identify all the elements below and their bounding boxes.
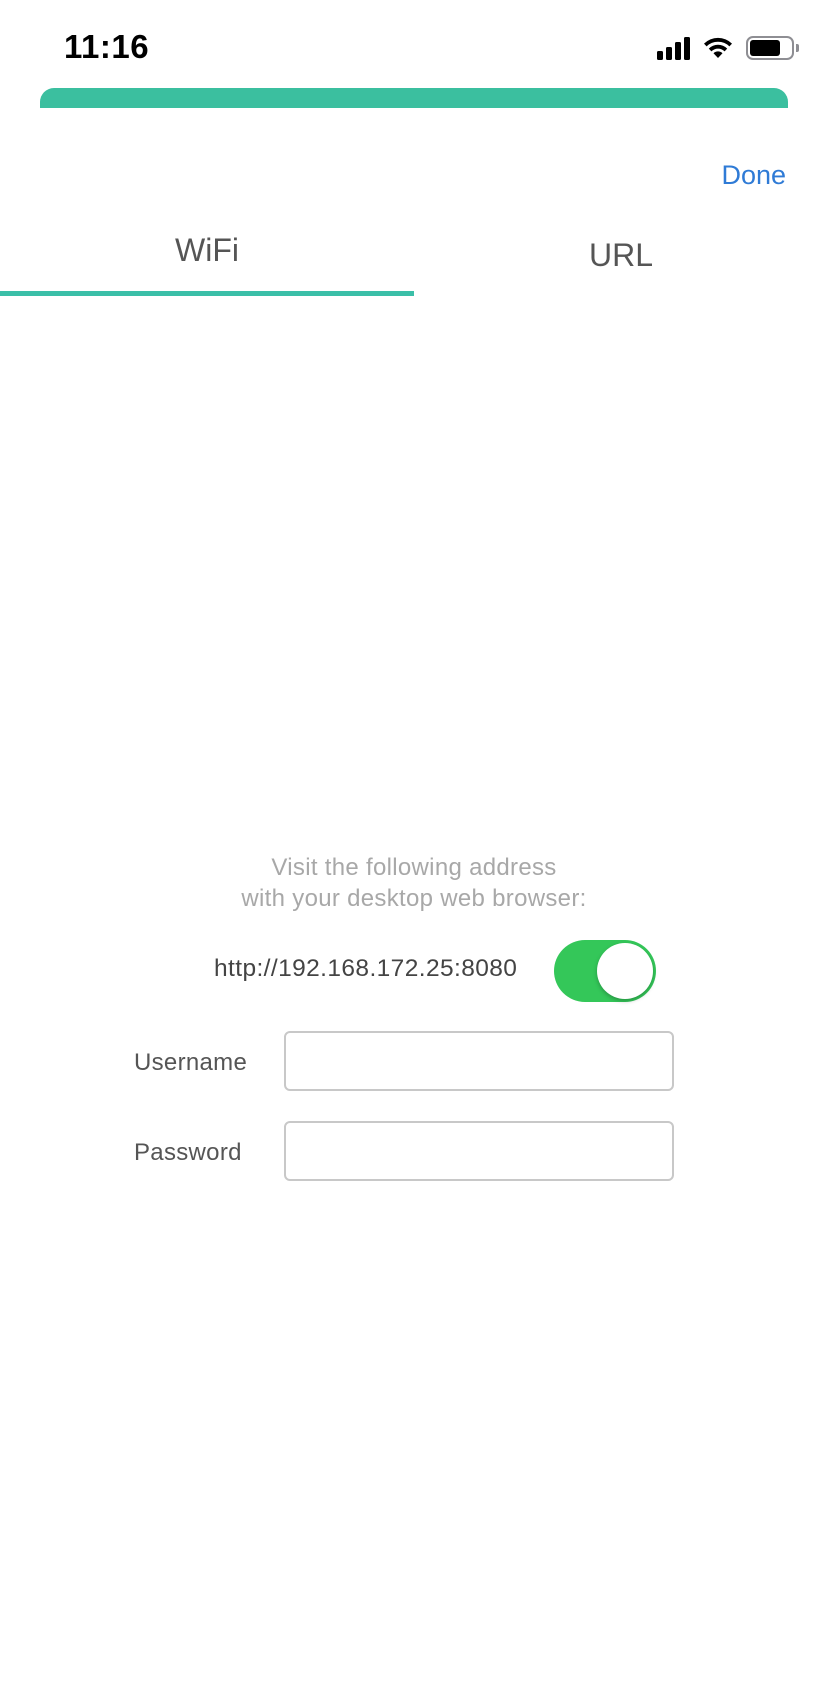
- signal-icon: [657, 36, 690, 60]
- instructions-text: Visit the following address with your de…: [0, 852, 828, 914]
- tab-url[interactable]: URL: [414, 218, 828, 298]
- wifi-transfer-screen: 11:16 Done WiFi URL Visit the following …: [0, 0, 828, 1699]
- server-address: http://192.168.172.25:8080: [214, 955, 518, 982]
- username-label: Username: [134, 1049, 248, 1076]
- instructions-line-1: Visit the following address: [271, 854, 557, 881]
- username-input[interactable]: [284, 1031, 674, 1091]
- battery-icon: [746, 36, 799, 60]
- status-time: 11:16: [64, 28, 150, 65]
- done-button[interactable]: Done: [721, 160, 786, 191]
- status-icons: [657, 34, 799, 62]
- server-toggle[interactable]: [554, 940, 656, 1002]
- wifi-icon: [704, 37, 732, 58]
- tab-bar: WiFi URL: [0, 218, 828, 298]
- tab-wifi[interactable]: WiFi: [0, 218, 414, 298]
- toggle-knob: [597, 943, 653, 999]
- tab-selected-indicator: [0, 291, 414, 296]
- password-input[interactable]: [284, 1121, 674, 1181]
- sheet-header-bar: [40, 88, 788, 108]
- password-label: Password: [134, 1139, 242, 1166]
- instructions-line-2: with your desktop web browser:: [241, 885, 587, 912]
